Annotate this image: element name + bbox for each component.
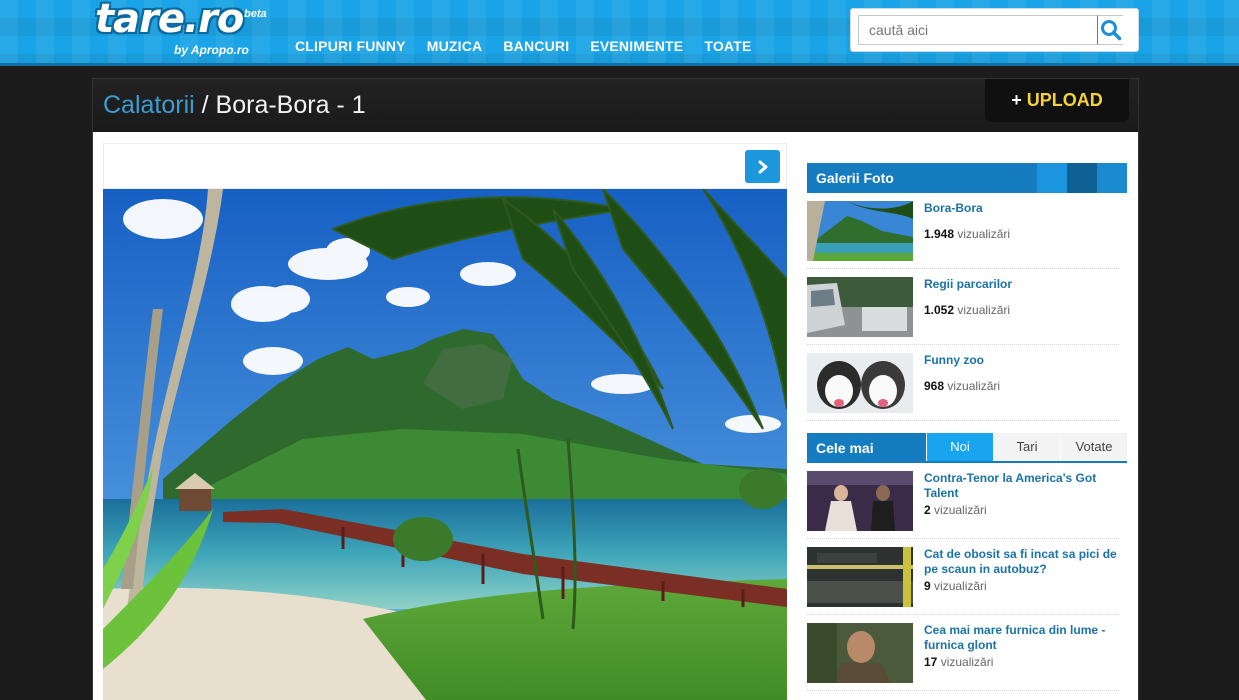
nav-bancuri[interactable]: BANCURI (503, 38, 569, 54)
search-button[interactable] (1097, 15, 1123, 45)
gallery-title-link[interactable]: Regii parcarilor (924, 277, 1119, 292)
view-label: vizualizări (934, 503, 987, 517)
search-box (850, 8, 1139, 52)
nav-toate[interactable]: TOATE (704, 38, 751, 54)
page-title: Bora-Bora - 1 (215, 91, 366, 119)
video-thumbnail[interactable] (807, 471, 913, 531)
next-photo-button[interactable] (745, 150, 780, 183)
view-number: 9 (924, 579, 931, 593)
tab-votate[interactable]: Votate (1061, 433, 1127, 461)
logo-text: tare.ro (95, 0, 244, 42)
video-item[interactable]: Cat de obosit sa fi incat sa pici de pe … (807, 539, 1119, 615)
breadcrumb: Calatorii / Bora-Bora - 1 (103, 91, 366, 120)
site-logo[interactable]: tare.ro beta by Apropo.ro (95, 0, 275, 60)
breadcrumb-separator: / (194, 91, 216, 119)
upload-plus: + (1011, 90, 1022, 110)
header-decoration (1067, 163, 1097, 193)
gallery-title: Galerii Foto (816, 170, 894, 186)
gallery-thumbnail[interactable] (807, 201, 913, 261)
view-number: 17 (924, 655, 938, 669)
view-label: vizualizări (940, 655, 994, 669)
view-count: 17 vizualizări (924, 655, 993, 669)
video-title-link[interactable]: Cea mai mare furnica din lume - furnica … (924, 623, 1119, 653)
gallery-item[interactable]: Regii parcarilor 1.052 vizualizări (807, 269, 1119, 345)
view-label: vizualizări (934, 579, 987, 593)
photo-toolbar (103, 143, 787, 189)
video-item[interactable]: Cea mai mare furnica din lume - furnica … (807, 615, 1119, 691)
video-item[interactable]: Contra-Tenor la America's Got Talent 2 v… (807, 463, 1119, 539)
view-count: 2 vizualizări (924, 503, 987, 517)
gallery-header: Galerii Foto (807, 163, 1127, 193)
content-frame: Calatorii / Bora-Bora - 1 + UPLOAD Galer… (92, 78, 1139, 700)
title-bar: Calatorii / Bora-Bora - 1 + UPLOAD (93, 79, 1138, 132)
view-number: 1.948 (924, 227, 955, 241)
view-number: 2 (924, 503, 931, 517)
view-label: vizualizări (947, 379, 1001, 393)
view-number: 968 (924, 379, 945, 393)
video-title-link[interactable]: Cat de obosit sa fi incat sa pici de pe … (924, 547, 1119, 577)
nav-evenimente[interactable]: EVENIMENTE (590, 38, 683, 54)
main-nav: CLIPURI FUNNY MUZICA BANCURI EVENIMENTE … (295, 38, 751, 54)
gallery-thumbnail[interactable] (807, 353, 913, 413)
top-videos-tabs: Cele mai Noi Tari Votate (807, 433, 1127, 463)
video-thumbnail[interactable] (807, 547, 913, 607)
gallery-item[interactable]: Bora-Bora 1.948 vizualizări (807, 193, 1119, 269)
video-thumbnail[interactable] (807, 623, 913, 683)
main-photo (103, 189, 787, 700)
breadcrumb-category[interactable]: Calatorii (103, 91, 195, 119)
tabs-label: Cele mai (807, 433, 926, 463)
view-count: 968 vizualizări (924, 379, 1000, 393)
tab-tari[interactable]: Tari (994, 433, 1060, 461)
video-title-link[interactable]: Contra-Tenor la America's Got Talent (924, 471, 1119, 501)
gallery-title-link[interactable]: Bora-Bora (924, 201, 1119, 216)
view-count: 9 vizualizări (924, 579, 987, 593)
view-label: vizualizări (957, 303, 1011, 317)
header-decoration (1097, 163, 1127, 193)
nav-muzica[interactable]: MUZICA (427, 38, 483, 54)
logo-byline: by Apropo.ro (174, 43, 249, 57)
sidebar: Galerii Foto Bora-Bora 1.948 vizualizări (807, 163, 1129, 691)
gallery-thumbnail[interactable] (807, 277, 913, 337)
search-icon (1100, 20, 1121, 41)
search-input[interactable] (858, 15, 1098, 45)
nav-clipuri-funny[interactable]: CLIPURI FUNNY (295, 38, 406, 54)
top-bar: tare.ro beta by Apropo.ro CLIPURI FUNNY … (0, 0, 1239, 66)
view-count: 1.052 vizualizări (924, 303, 1010, 317)
upload-button[interactable]: + UPLOAD (985, 79, 1129, 122)
header-decoration (1037, 163, 1067, 193)
tab-noi[interactable]: Noi (927, 433, 993, 461)
view-number: 1.052 (924, 303, 955, 317)
gallery-item[interactable]: Funny zoo 968 vizualizări (807, 345, 1119, 421)
beach-photo (103, 189, 787, 700)
view-label: vizualizări (957, 227, 1011, 241)
upload-label: UPLOAD (1026, 90, 1103, 110)
logo-beta-label: beta (244, 8, 267, 20)
view-count: 1.948 vizualizări (924, 227, 1010, 241)
chevron-right-icon (758, 160, 767, 173)
gallery-title-link[interactable]: Funny zoo (924, 353, 1119, 368)
